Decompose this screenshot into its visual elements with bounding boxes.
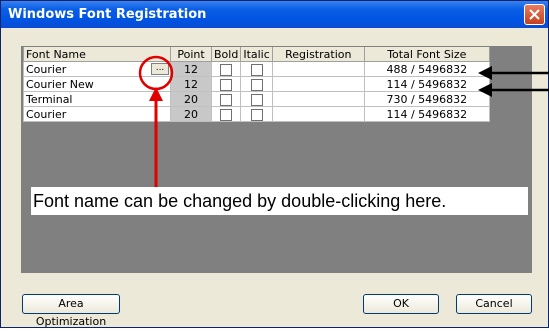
font-registration-dialog: Windows Font Registration Font Name Poin… (0, 0, 549, 328)
black-arrow-head-1 (478, 66, 492, 80)
annotation-overlay (138, 55, 549, 187)
black-arrow-head-2 (478, 83, 492, 97)
highlight-circle (138, 55, 174, 91)
